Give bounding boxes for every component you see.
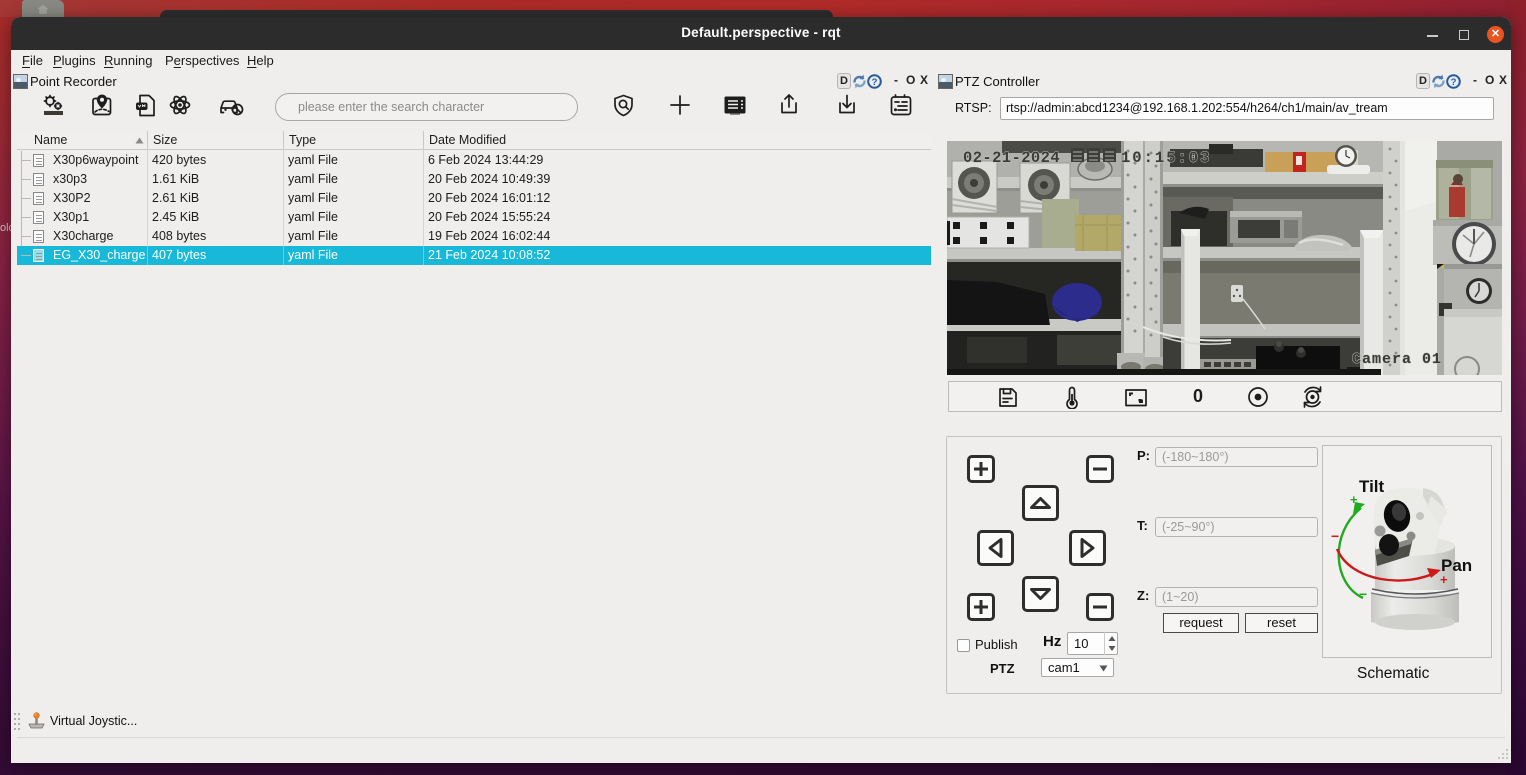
svg-text:02-21-2024: 02-21-2024 (963, 149, 1060, 167)
svg-text:?: ? (1451, 77, 1457, 88)
svg-text:10:15:03: 10:15:03 (1121, 149, 1211, 167)
svg-text:−: − (1359, 586, 1367, 602)
svg-text:−: − (1331, 528, 1339, 544)
svg-text:+: + (1350, 492, 1358, 507)
svg-text:Tilt: Tilt (1359, 477, 1385, 496)
svg-text:?: ? (872, 77, 878, 88)
svg-text:+: + (1440, 572, 1448, 587)
svg-text:Camera 01: Camera 01 (1352, 351, 1442, 368)
